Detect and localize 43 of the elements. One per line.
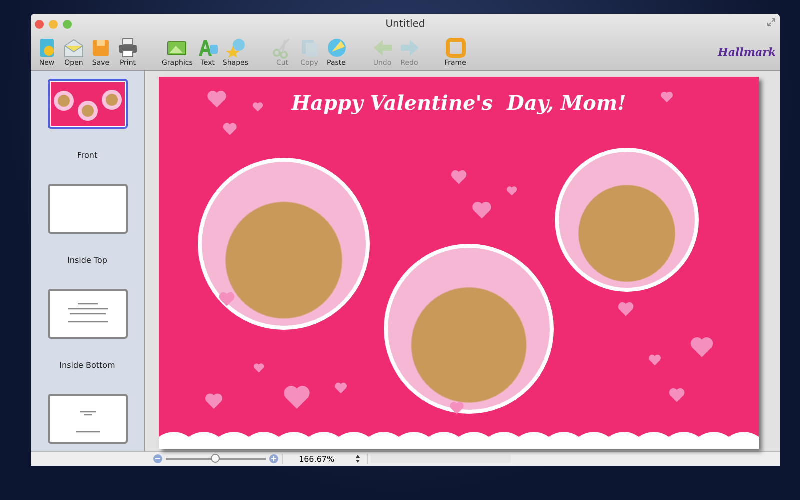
stepper-icon	[354, 454, 361, 464]
fullscreen-icon[interactable]	[767, 18, 776, 27]
page-label: Inside Bottom	[60, 361, 116, 370]
heart-icon	[617, 300, 635, 318]
zoom-field[interactable]: 166.67%	[282, 454, 368, 464]
redo-icon	[398, 37, 420, 59]
undo-icon	[372, 37, 394, 59]
printer-icon	[117, 37, 139, 59]
card-title: Happy Valentine's Day, Mom!	[292, 91, 626, 115]
page-label: Inside Top	[68, 256, 108, 265]
zoom-in-icon[interactable]	[269, 454, 279, 464]
shapes-icon	[224, 37, 247, 59]
text-icon	[196, 37, 219, 59]
heart-icon	[471, 199, 493, 221]
heart-icon	[450, 168, 468, 186]
envelope-icon	[63, 37, 85, 59]
page-thumbnail[interactable]	[48, 184, 128, 234]
heart-icon	[660, 90, 674, 104]
heart-icon	[668, 386, 686, 404]
slider-thumb[interactable]	[211, 454, 220, 463]
save-icon	[90, 37, 112, 59]
page-label: Front	[77, 151, 98, 160]
heart-icon	[449, 400, 465, 416]
heart-icon	[253, 362, 265, 374]
heart-icon	[506, 185, 518, 197]
page-thumbnail[interactable]	[48, 289, 128, 339]
brand-logo: Hallmark	[718, 46, 776, 58]
close-button[interactable]	[35, 20, 44, 28]
heart-icon	[206, 88, 228, 110]
zoom-out-icon[interactable]	[153, 454, 163, 464]
paste-icon	[326, 37, 348, 59]
minimize-button[interactable]	[49, 20, 58, 28]
heart-icon	[204, 391, 224, 411]
heart-icon	[334, 381, 348, 395]
frame-icon	[444, 37, 466, 59]
page-thumbnail[interactable]	[48, 394, 128, 444]
heart-icon	[648, 353, 662, 367]
heart-icon	[218, 290, 236, 308]
horizontal-scrollbar[interactable]	[370, 455, 511, 463]
heart-icon	[222, 121, 238, 137]
zoom-button[interactable]	[63, 20, 72, 28]
heart-icon	[252, 101, 264, 113]
window-title: Untitled	[386, 18, 426, 30]
